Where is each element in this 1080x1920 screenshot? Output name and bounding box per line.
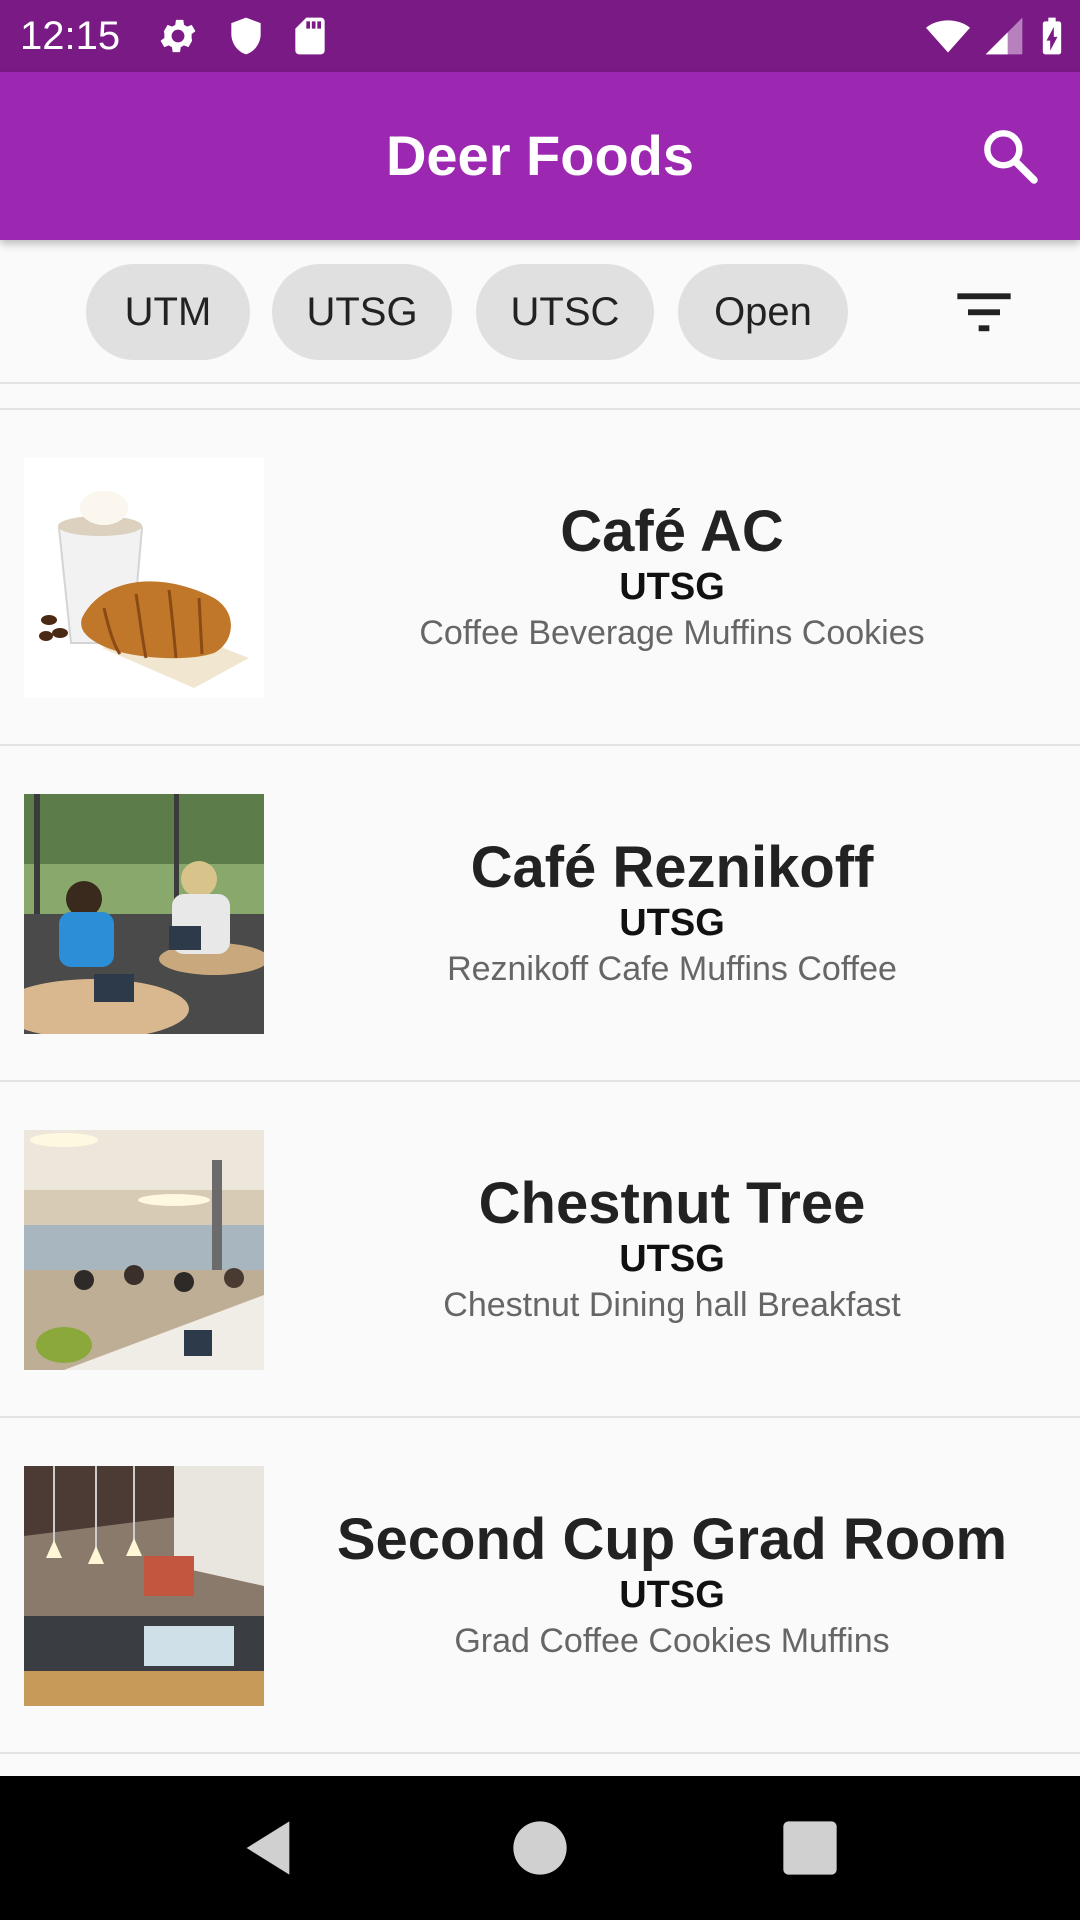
dining-hall-photo (24, 1130, 264, 1370)
restaurant-name: Second Cup Grad Room (336, 1507, 1008, 1572)
tag: Coffee (797, 950, 897, 988)
home-circle-icon[interactable] (508, 1816, 572, 1880)
tag: Coffee (539, 1622, 639, 1660)
search-icon (984, 130, 1038, 184)
app-bar: Deer Foods (0, 72, 1080, 240)
tag: Reznikoff (447, 950, 589, 988)
restaurant-name: Café Reznikoff (470, 835, 874, 900)
restaurant-item-second-cup-grad-room[interactable]: Second Cup Grad Room UTSG Grad Coffee Co… (0, 1418, 1080, 1754)
chip-utsc[interactable]: UTSC (476, 264, 654, 360)
restaurant-item-chestnut-tree[interactable]: Chestnut Tree UTSG Chestnut Dining hall … (0, 1082, 1080, 1418)
coffee-croissant-photo (24, 458, 264, 698)
restaurant-tags: Reznikoff Cafe Muffins Coffee (447, 947, 897, 991)
tag: Chestnut (443, 1286, 580, 1324)
tag: Cookies (648, 1622, 772, 1660)
outdoor-cafe-photo (24, 794, 264, 1034)
app-title: Deer Foods (385, 124, 695, 187)
battery-charging-icon (1042, 17, 1062, 55)
restaurant-info: Café Reznikoff UTSG Reznikoff Cafe Muffi… (264, 746, 1080, 1080)
restaurant-name: Chestnut Tree (478, 1171, 866, 1236)
tag: Cafe (597, 950, 670, 988)
chip-utsg[interactable]: UTSG (272, 264, 452, 360)
sd-card-icon (295, 17, 325, 55)
restaurant-campus: UTSG (619, 1238, 725, 1280)
restaurant-item-cafe-ac[interactable]: Café AC UTSG Coffee Beverage Muffins Coo… (0, 410, 1080, 746)
tag: Beverage (528, 614, 674, 652)
restaurant-list[interactable]: Café AC UTSG Coffee Beverage Muffins Coo… (0, 384, 1080, 1776)
system-nav-bar (0, 1776, 1080, 1920)
restaurant-info: Café AC UTSG Coffee Beverage Muffins Coo… (264, 410, 1080, 744)
restaurant-tags: Grad Coffee Cookies Muffins (454, 1619, 889, 1663)
tag: Coffee (419, 614, 519, 652)
chip-open[interactable]: Open (678, 264, 848, 360)
restaurant-campus: UTSG (619, 902, 725, 944)
restaurant-tags: Chestnut Dining hall Breakfast (443, 1283, 900, 1327)
tag: Dining hall (588, 1286, 748, 1324)
chip-utm[interactable]: UTM (86, 264, 250, 360)
tag: Muffins (780, 1622, 890, 1660)
status-time: 12:15 (20, 14, 121, 58)
filter-chip-bar: UTM UTSG UTSC Open (0, 240, 1080, 384)
tag: Cookies (801, 614, 925, 652)
cell-signal-icon (985, 17, 1023, 55)
coffee-shop-counter-photo (24, 1466, 264, 1706)
wifi-icon (926, 20, 970, 53)
tag: Grad (454, 1622, 530, 1660)
search-button[interactable] (972, 118, 1048, 194)
back-triangle-icon[interactable] (236, 1816, 300, 1880)
filter-list-icon[interactable] (952, 280, 1016, 344)
restaurant-campus: UTSG (619, 1574, 725, 1616)
gear-icon (160, 19, 196, 53)
restaurant-name: Café AC (560, 499, 784, 564)
shield-icon (231, 17, 261, 55)
recents-square-icon[interactable] (778, 1816, 842, 1880)
tag: Breakfast (757, 1286, 901, 1324)
restaurant-item-cafe-reznikoff[interactable]: Café Reznikoff UTSG Reznikoff Cafe Muffi… (0, 746, 1080, 1082)
tag: Muffins (683, 614, 793, 652)
status-bar: 12:15 (0, 0, 1080, 72)
restaurant-info: Chestnut Tree UTSG Chestnut Dining hall … (264, 1082, 1080, 1416)
restaurant-campus: UTSG (619, 566, 725, 608)
tag: Muffins (678, 950, 788, 988)
restaurant-info: Second Cup Grad Room UTSG Grad Coffee Co… (264, 1418, 1080, 1752)
restaurant-tags: Coffee Beverage Muffins Cookies (419, 611, 924, 655)
